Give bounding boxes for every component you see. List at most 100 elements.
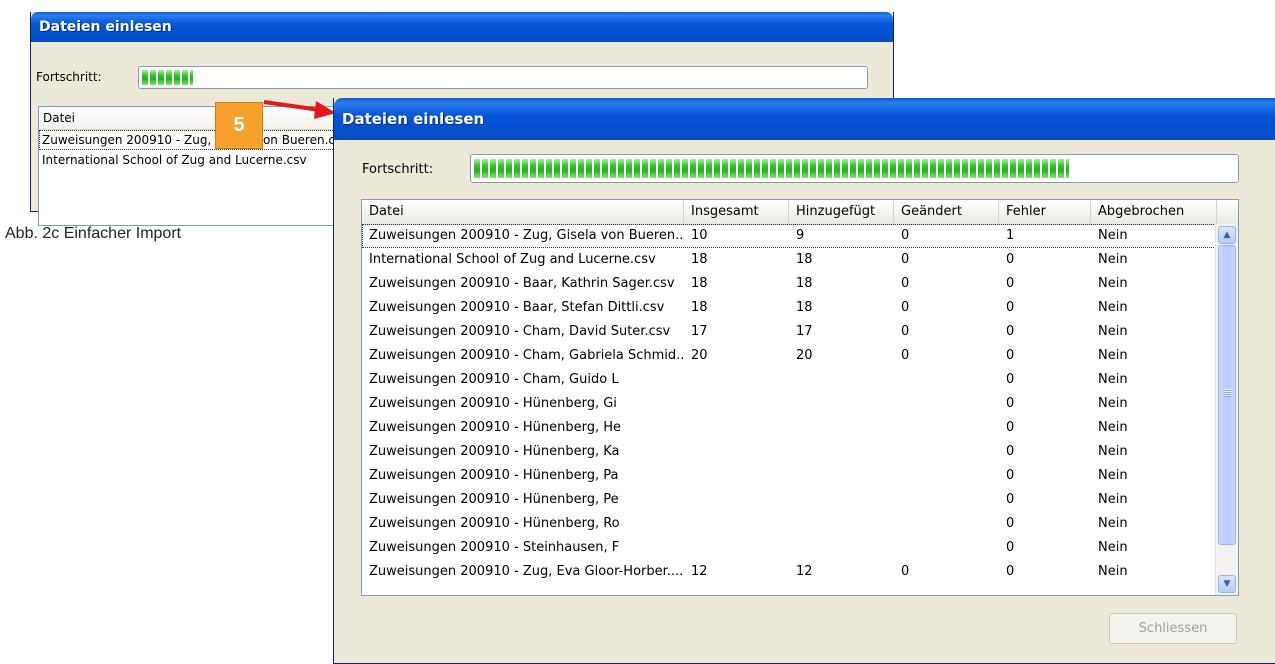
table-cell — [789, 488, 894, 512]
table-cell: 0 — [1006, 276, 1015, 291]
scroll-down-arrow-icon[interactable]: ▼ — [1218, 575, 1236, 593]
column-header-abgebrochen[interactable]: Abgebrochen — [1091, 200, 1217, 224]
table-cell: Nein — [1098, 324, 1128, 339]
table-row[interactable]: Zuweisungen 200910 - Cham, David Suter.c… — [362, 320, 1216, 344]
back-dialog-title: Dateien einlesen — [39, 19, 172, 35]
table-cell — [684, 512, 789, 536]
back-progress-label: Fortschritt: — [36, 70, 102, 84]
table-cell: Nein — [1098, 300, 1128, 315]
table-cell — [684, 488, 789, 512]
table-cell: 0 — [901, 276, 910, 291]
column-header-hinzugefuegt[interactable]: Hinzugefügt — [789, 200, 894, 224]
table-cell — [684, 416, 789, 440]
back-dialog-titlebar[interactable]: Dateien einlesen — [31, 12, 893, 42]
scroll-up-arrow-icon[interactable]: ▲ — [1218, 226, 1236, 244]
front-progress-label: Fortschritt: — [362, 162, 434, 177]
column-header-insgesamt[interactable]: Insgesamt — [684, 200, 789, 224]
table-row[interactable]: Zuweisungen 200910 - Zug, Eva Gloor-Horb… — [362, 560, 1216, 584]
table-cell — [789, 392, 894, 416]
table-cell: 0 — [1006, 492, 1015, 507]
table-row[interactable]: Zuweisungen 200910 - Hünenberg, Gi 0 Nein — [362, 392, 1216, 416]
table-cell — [789, 464, 894, 488]
table-cell: Nein — [1098, 228, 1128, 243]
table-cell — [684, 440, 789, 464]
table-cell — [789, 368, 894, 392]
table-cell: Zuweisungen 200910 - Hünenberg, Gi — [369, 396, 617, 411]
table-cell: 0 — [901, 324, 910, 339]
table-row[interactable]: Zuweisungen 200910 - Hünenberg, Ka 0 Nein — [362, 440, 1216, 464]
table-row[interactable]: Zuweisungen 200910 - Hünenberg, Pa 0 Nein — [362, 464, 1216, 488]
table-cell: Zuweisungen 200910 - Hünenberg, Ka — [369, 444, 620, 459]
column-header-geaendert[interactable]: Geändert — [894, 200, 999, 224]
table-cell: Nein — [1098, 492, 1128, 507]
table-cell — [789, 440, 894, 464]
back-progress-bar — [138, 66, 868, 89]
table-row[interactable]: Zuweisungen 200910 - Hünenberg, He 0 Nein — [362, 416, 1216, 440]
table-cell: 12 — [796, 564, 813, 579]
vertical-scrollbar[interactable]: ▲ ▼ — [1215, 224, 1238, 595]
table-cell — [894, 488, 999, 512]
table-cell: 18 — [691, 300, 708, 315]
table-cell — [789, 416, 894, 440]
table-cell: 0 — [901, 252, 910, 267]
table-cell: 17 — [796, 324, 813, 339]
table-header: Datei Insgesamt Hinzugefügt Geändert Feh… — [362, 200, 1238, 225]
table-cell: 0 — [1006, 396, 1015, 411]
table-cell — [894, 440, 999, 464]
front-import-dialog: Dateien einlesen Fortschritt: Datei Insg… — [333, 98, 1275, 664]
table-cell: 0 — [1006, 516, 1015, 531]
scrollbar-grip-icon — [1224, 389, 1231, 397]
table-cell: 18 — [796, 252, 813, 267]
table-cell: International School of Zug and Lucerne.… — [369, 252, 656, 267]
scrollbar-thumb[interactable] — [1218, 245, 1236, 545]
table-cell: Zuweisungen 200910 - Hünenberg, Pa — [369, 468, 619, 483]
table-body: Zuweisungen 200910 - Zug, Gisela von Bue… — [362, 224, 1216, 595]
table-cell: Zuweisungen 200910 - Cham, David Suter.c… — [369, 324, 671, 339]
table-cell: 0 — [1006, 420, 1015, 435]
table-cell: Nein — [1098, 252, 1128, 267]
column-header-datei[interactable]: Datei — [362, 200, 684, 224]
table-cell: 0 — [1006, 564, 1015, 579]
column-header-fehler[interactable]: Fehler — [999, 200, 1091, 224]
table-cell: Nein — [1098, 564, 1128, 579]
table-cell — [894, 464, 999, 488]
table-cell: 1 — [1006, 228, 1015, 243]
table-cell — [789, 512, 894, 536]
front-progress-bar — [470, 154, 1239, 183]
table-cell: Zuweisungen 200910 - Cham, Gabriela Schm… — [369, 348, 684, 363]
table-cell: 18 — [796, 276, 813, 291]
table-cell — [894, 512, 999, 536]
table-row[interactable]: Zuweisungen 200910 - Baar, Stefan Dittli… — [362, 296, 1216, 320]
table-row[interactable]: Zuweisungen 200910 - Zug, Gisela von Bue… — [362, 224, 1216, 248]
table-cell: 18 — [796, 300, 813, 315]
table-row[interactable]: Zuweisungen 200910 - Hünenberg, Pe 0 Nein — [362, 488, 1216, 512]
table-cell: 0 — [1006, 468, 1015, 483]
table-row[interactable]: Zuweisungen 200910 - Steinhausen, F 0 Nein — [362, 536, 1216, 560]
table-cell: 0 — [1006, 252, 1015, 267]
table-cell: Zuweisungen 200910 - Zug, Eva Gloor-Horb… — [369, 564, 684, 579]
front-progress-fill — [474, 159, 1070, 178]
table-cell: 0 — [1006, 348, 1015, 363]
table-cell — [789, 536, 894, 560]
table-row[interactable]: International School of Zug and Lucerne.… — [362, 248, 1216, 272]
table-cell: 0 — [1006, 444, 1015, 459]
table-cell: Zuweisungen 200910 - Hünenberg, He — [369, 420, 621, 435]
table-cell: 0 — [1006, 324, 1015, 339]
table-cell — [684, 464, 789, 488]
table-cell: Zuweisungen 200910 - Cham, Guido L — [369, 372, 619, 387]
close-button[interactable]: Schliessen — [1109, 613, 1237, 644]
table-cell — [684, 392, 789, 416]
table-cell — [684, 536, 789, 560]
table-cell: Zuweisungen 200910 - Zug, Gisela von Bue… — [369, 228, 684, 243]
table-cell — [684, 368, 789, 392]
table-row[interactable]: Zuweisungen 200910 - Baar, Kathrin Sager… — [362, 272, 1216, 296]
table-row[interactable]: Zuweisungen 200910 - Cham, Guido L 0 Nein — [362, 368, 1216, 392]
import-results-table[interactable]: Datei Insgesamt Hinzugefügt Geändert Feh… — [361, 199, 1239, 596]
table-cell: 0 — [901, 564, 910, 579]
table-row[interactable]: Zuweisungen 200910 - Hünenberg, Ro 0 Nein — [362, 512, 1216, 536]
table-row[interactable]: Zuweisungen 200910 - Cham, Gabriela Schm… — [362, 344, 1216, 368]
table-cell: 0 — [901, 300, 910, 315]
front-dialog-titlebar[interactable]: Dateien einlesen — [334, 98, 1275, 140]
table-cell — [894, 536, 999, 560]
table-cell: 0 — [901, 228, 910, 243]
